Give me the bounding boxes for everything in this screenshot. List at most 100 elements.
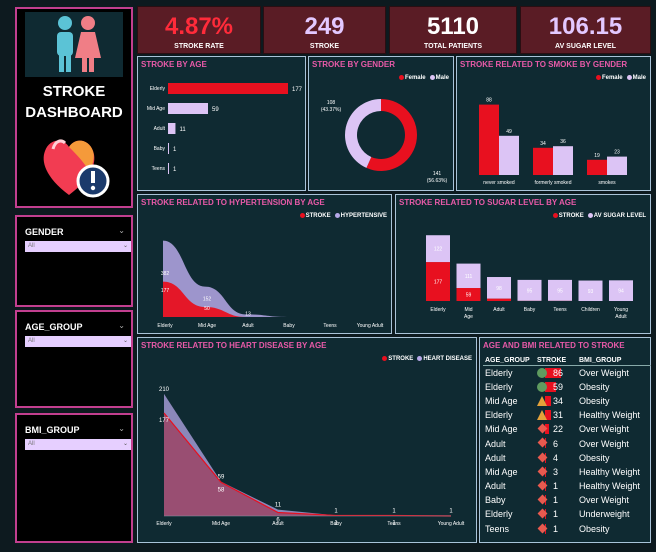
status-circle-icon <box>537 368 547 378</box>
bar <box>168 123 176 134</box>
legend-item: HEART DISEASE <box>417 356 472 362</box>
age-group-cell: Baby <box>485 495 506 506</box>
stroke-heart-chart: 21059111 1 1177586 1 1Elderly Mid Age Adult Bab… <box>156 387 465 527</box>
age-group-cell: Adult <box>485 438 506 449</box>
tick-label: Mid <box>464 307 472 313</box>
stroke-smoke-gender-panel: STROKE RELATED TO SMOKE BY GENDER Female… <box>456 56 651 191</box>
stroke-sugar-panel: STROKE RELATED TO SUGAR LEVEL BY AGE STR… <box>395 194 651 334</box>
table-row[interactable]: Adult 6 Over Weight <box>483 436 651 450</box>
table-row[interactable]: Elderly 31 Healthy Weight <box>483 408 651 422</box>
age-bmi-table: AGE_GROUP STROKE BMI_GROUP Elderly 86 Over… <box>483 356 651 536</box>
data-label: 58 <box>218 487 225 493</box>
tick-label: Teens <box>323 323 337 329</box>
data-label: 177 <box>159 418 170 424</box>
bmi-group-cell: Obesity <box>579 395 610 406</box>
age-group-cell: Elderly <box>485 509 513 520</box>
bmi-group-cell: Obesity <box>579 381 610 392</box>
bar <box>499 135 519 175</box>
stroke-cell: 1 <box>535 479 577 493</box>
bmi-group-cell: Underweight <box>579 509 630 520</box>
bmi-group-dropdown[interactable]: All ⌄ <box>25 439 131 450</box>
kpi-total-patients: 5110 TOTAL PATIENTS <box>389 6 517 54</box>
smoke-legend: Female Male <box>595 75 646 81</box>
stroke-value: 1 <box>553 509 559 520</box>
tick-label: Baby <box>283 323 295 329</box>
data-label: 382 <box>161 271 170 277</box>
chevron-down-icon[interactable]: ⌄ <box>118 226 125 235</box>
data-label: 111 <box>465 274 473 280</box>
bmi-group-cell: Over Weight <box>579 367 629 378</box>
gender-legend: Female Male <box>398 75 449 81</box>
data-label: 59 <box>212 107 219 113</box>
bmi-group-cell: Over Weight <box>579 438 629 449</box>
data-label: 108 <box>327 100 336 106</box>
bar <box>168 143 169 154</box>
stroke-hypertension-title: STROKE RELATED TO HYPERTENSION BY AGE <box>141 198 325 207</box>
bmi-group-slicer[interactable]: BMI_GROUP ⌄ All ⌄ <box>15 413 133 543</box>
stroke-value: 1 <box>553 481 559 492</box>
tick-label: formerly smoked <box>535 180 572 186</box>
table-row[interactable]: Elderly 86 Over Weight <box>483 366 651 380</box>
kpi-av-sugar-level-value: 106.15 <box>548 13 623 40</box>
data-label: 94 <box>618 289 624 295</box>
data-label: 34 <box>540 141 546 147</box>
chevron-down-icon[interactable]: ⌄ <box>118 321 125 330</box>
column-header[interactable]: STROKE <box>535 356 577 366</box>
age-group-dropdown[interactable]: All ⌄ <box>25 336 131 347</box>
bar <box>587 159 607 175</box>
stroke-cell: 3 <box>535 465 577 479</box>
age-group-cell: Elderly <box>485 381 513 392</box>
table-row[interactable]: Baby 1 Over Weight <box>483 493 651 507</box>
stroke-cell: 22 <box>535 422 577 436</box>
bar <box>487 298 511 301</box>
chevron-down-icon: ⌄ <box>122 441 128 447</box>
column-header[interactable]: BMI_GROUP <box>577 356 651 366</box>
status-diamond-icon <box>537 466 548 477</box>
age-group-cell: Mid Age <box>485 424 518 435</box>
gender-slicer-label: GENDER <box>25 227 64 237</box>
age-group-slicer[interactable]: AGE_GROUP ⌄ All ⌄ <box>15 310 133 408</box>
legend-item: STROKE <box>299 213 331 219</box>
kpi-stroke: 249 STROKE <box>263 6 386 54</box>
data-label: 1 <box>334 508 338 514</box>
table-row[interactable]: Elderly 1 Underweight <box>483 507 651 521</box>
gender-dropdown[interactable]: All ⌄ <box>25 241 131 252</box>
status-diamond-icon <box>537 480 548 491</box>
pie-slice <box>345 99 381 168</box>
stroke-value: 31 <box>553 410 564 421</box>
tick-label: Adult <box>493 307 505 313</box>
stroke-value: 4 <box>553 452 559 463</box>
data-label: 98 <box>496 286 502 292</box>
stroke-cell: 1 <box>535 522 577 536</box>
table-row[interactable]: Adult 4 Obesity <box>483 451 651 465</box>
table-row[interactable]: Teens 1 Obesity <box>483 522 651 536</box>
tick-label: Teens <box>553 307 567 313</box>
bar <box>607 156 627 175</box>
stroke-cell: 6 <box>535 436 577 450</box>
tick-label: Baby <box>154 146 166 152</box>
table-row[interactable]: Adult 1 Healthy Weight <box>483 479 651 493</box>
table-row[interactable]: Mid Age 22 Over Weight <box>483 422 651 436</box>
gender-slicer[interactable]: GENDER ⌄ All ⌄ <box>15 215 133 307</box>
table-row[interactable]: Mid Age 34 Obesity <box>483 394 651 408</box>
data-label: 88 <box>486 98 492 104</box>
age-group-cell: Teens <box>485 523 510 534</box>
age-group-slicer-label: AGE_GROUP <box>25 322 83 332</box>
legend-item: STROKE <box>552 213 584 219</box>
bmi-group-dropdown-value: All <box>28 441 35 447</box>
data-label: 95 <box>557 288 563 294</box>
bar <box>168 103 208 114</box>
chevron-down-icon[interactable]: ⌄ <box>118 424 125 433</box>
data-label: 177 <box>161 288 170 294</box>
data-label: 59 <box>218 475 225 481</box>
stroke-by-gender-panel: STROKE BY GENDER Female Male 141 (56.63%)… <box>308 56 454 191</box>
stroke-smoke-gender-title: STROKE RELATED TO SMOKE BY GENDER <box>460 60 628 69</box>
data-label: 141 <box>433 171 442 177</box>
table-row[interactable]: Mid Age 3 Healthy Weight <box>483 465 651 479</box>
stroke-value: 22 <box>553 424 564 435</box>
age-group-cell: Elderly <box>485 367 513 378</box>
column-header[interactable]: AGE_GROUP <box>483 356 535 366</box>
stroke-sugar-chart: 122 177 Elderly 111 59 MidAge 98 Adult 95 Baby 95 T… <box>426 235 633 320</box>
table-row[interactable]: Elderly 59 Obesity <box>483 380 651 394</box>
legend-item: Female <box>595 75 623 81</box>
